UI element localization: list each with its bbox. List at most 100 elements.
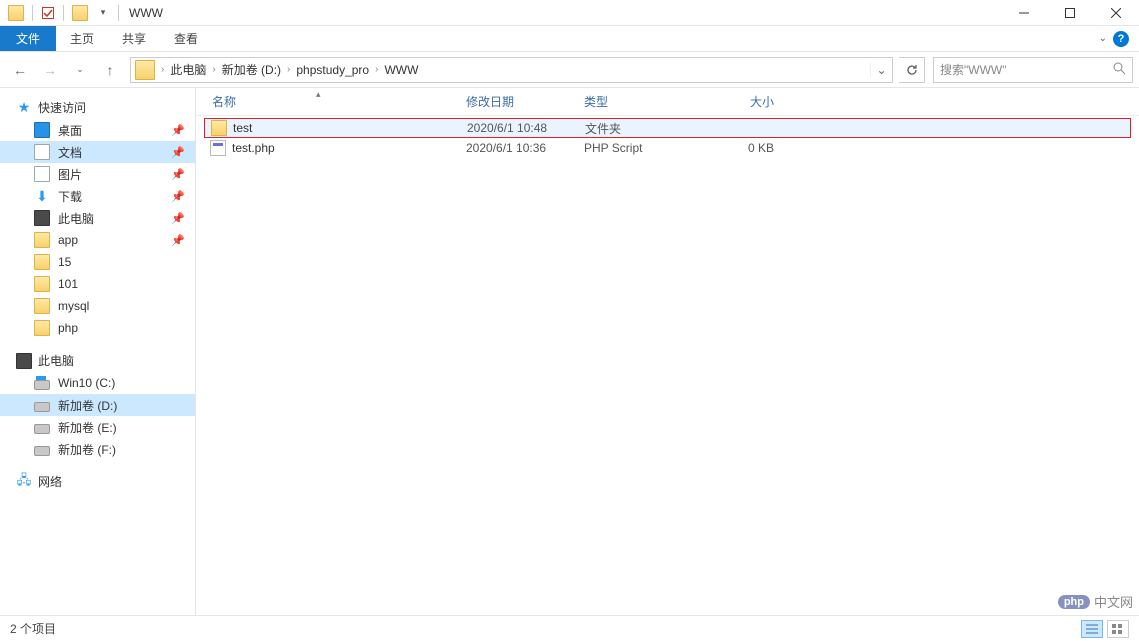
minimize-icon bbox=[1019, 8, 1029, 18]
file-date: 2020/6/1 10:48 bbox=[467, 121, 585, 135]
column-date[interactable]: 修改日期 bbox=[466, 93, 584, 110]
column-name[interactable]: 名称 ▴ bbox=[206, 93, 466, 110]
drive-icon bbox=[34, 380, 50, 390]
chevron-right-icon[interactable]: › bbox=[285, 64, 292, 75]
file-pane: 名称 ▴ 修改日期 类型 大小 test2020/6/1 10:48文件夹tes… bbox=[196, 88, 1139, 615]
close-button[interactable] bbox=[1093, 0, 1139, 26]
tab-share[interactable]: 共享 bbox=[108, 26, 160, 51]
breadcrumb: › 此电脑 › 新加卷 (D:) › phpstudy_pro › WWW bbox=[159, 61, 870, 78]
maximize-button[interactable] bbox=[1047, 0, 1093, 26]
sidebar-drive[interactable]: 新加卷 (F:) bbox=[0, 438, 195, 460]
refresh-icon bbox=[906, 64, 918, 76]
sidebar-heading-thispc[interactable]: 此电脑 bbox=[0, 349, 195, 372]
file-size: 0 KB bbox=[704, 141, 774, 155]
sidebar-item-此电脑[interactable]: 此电脑📌 bbox=[0, 207, 195, 229]
tab-file[interactable]: 文件 bbox=[0, 26, 56, 51]
view-details-button[interactable] bbox=[1081, 620, 1103, 638]
folder-icon bbox=[34, 276, 50, 292]
file-date: 2020/6/1 10:36 bbox=[466, 141, 584, 155]
close-icon bbox=[1111, 8, 1121, 18]
status-item-count: 2 个项目 bbox=[10, 620, 56, 637]
view-icons-button[interactable] bbox=[1107, 620, 1129, 638]
qat-dropdown[interactable]: ▾ bbox=[94, 4, 112, 22]
breadcrumb-item[interactable]: 新加卷 (D:) bbox=[218, 61, 285, 78]
pic-icon bbox=[34, 166, 50, 182]
search-input[interactable]: 搜索"WWW" bbox=[933, 57, 1133, 83]
sidebar-item-label: 101 bbox=[58, 277, 78, 291]
file-row[interactable]: test2020/6/1 10:48文件夹 bbox=[204, 118, 1131, 138]
sidebar-thispc: 此电脑 Win10 (C:)新加卷 (D:) 新加卷 (E:) 新加卷 (F:) bbox=[0, 349, 195, 460]
pin-icon: 📌 bbox=[171, 234, 185, 247]
sidebar-item-桌面[interactable]: 桌面 📌 bbox=[0, 119, 195, 141]
sidebar-drive[interactable]: 新加卷 (D:) bbox=[0, 394, 195, 416]
chevron-right-icon[interactable]: › bbox=[373, 64, 380, 75]
folder-icon bbox=[72, 5, 88, 21]
sidebar-heading-label: 此电脑 bbox=[38, 352, 74, 369]
help-icon[interactable]: ? bbox=[1113, 31, 1129, 47]
maximize-icon bbox=[1065, 8, 1075, 18]
sidebar-item-15[interactable]: 15 bbox=[0, 251, 195, 273]
sidebar-item-文档[interactable]: 文档📌 bbox=[0, 141, 195, 163]
refresh-button[interactable] bbox=[899, 57, 925, 83]
column-name-label: 名称 bbox=[212, 95, 236, 109]
breadcrumb-item[interactable]: WWW bbox=[380, 63, 422, 77]
column-type[interactable]: 类型 bbox=[584, 93, 704, 110]
qat-button[interactable] bbox=[39, 4, 57, 22]
tab-view[interactable]: 查看 bbox=[160, 26, 212, 51]
breadcrumb-item[interactable]: 此电脑 bbox=[166, 61, 210, 78]
sidebar-item-101[interactable]: 101 bbox=[0, 273, 195, 295]
search-icon bbox=[1113, 62, 1126, 78]
sidebar-heading-network[interactable]: 🖧 网络 bbox=[0, 470, 195, 493]
sidebar-item-label: 新加卷 (E:) bbox=[58, 419, 117, 436]
tab-home[interactable]: 主页 bbox=[56, 26, 108, 51]
sidebar-item-图片[interactable]: 图片📌 bbox=[0, 163, 195, 185]
chevron-right-icon[interactable]: › bbox=[210, 64, 217, 75]
sidebar-item-mysql[interactable]: mysql bbox=[0, 295, 195, 317]
folder-icon bbox=[34, 320, 50, 336]
sidebar-item-label: 此电脑 bbox=[58, 210, 94, 227]
drive-icon bbox=[34, 402, 50, 412]
sidebar-item-下载[interactable]: ⬇下载📌 bbox=[0, 185, 195, 207]
file-type: PHP Script bbox=[584, 141, 704, 155]
chevron-right-icon[interactable]: › bbox=[159, 64, 166, 75]
sidebar-item-label: 新加卷 (F:) bbox=[58, 441, 116, 458]
star-icon: ★ bbox=[16, 100, 32, 116]
nav-recent-button[interactable]: ⌄ bbox=[66, 56, 94, 84]
sidebar-drive[interactable]: Win10 (C:) bbox=[0, 372, 195, 394]
minimize-button[interactable] bbox=[1001, 0, 1047, 26]
nav-up-button[interactable]: ↑ bbox=[96, 56, 124, 84]
checkmark-icon bbox=[42, 7, 54, 19]
pin-icon: 📌 bbox=[171, 190, 185, 203]
sidebar-item-label: 15 bbox=[58, 255, 71, 269]
nav-forward-button[interactable]: → bbox=[36, 56, 64, 84]
pc-icon bbox=[34, 210, 50, 226]
sidebar-item-label: app bbox=[58, 233, 78, 247]
window-controls bbox=[1001, 0, 1139, 26]
sidebar: ★ 快速访问 桌面📌文档📌图片📌⬇下载📌此电脑📌app📌15101mysqlph… bbox=[0, 88, 196, 615]
breadcrumb-item[interactable]: phpstudy_pro bbox=[292, 63, 373, 77]
icons-view-icon bbox=[1112, 624, 1124, 634]
watermark-logo: php bbox=[1058, 595, 1090, 609]
sidebar-drive[interactable]: 新加卷 (E:) bbox=[0, 416, 195, 438]
status-bar: 2 个项目 bbox=[0, 615, 1139, 641]
window-title: WWW bbox=[129, 6, 163, 20]
file-row[interactable]: test.php2020/6/1 10:36PHP Script0 KB bbox=[204, 138, 1131, 158]
drive-icon bbox=[34, 424, 50, 434]
pc-icon bbox=[16, 353, 32, 369]
address-bar[interactable]: › 此电脑 › 新加卷 (D:) › phpstudy_pro › WWW ⌄ bbox=[130, 57, 893, 83]
folder-icon bbox=[34, 254, 50, 270]
nav-back-button[interactable]: ← bbox=[6, 56, 34, 84]
pin-icon: 📌 bbox=[171, 124, 185, 137]
sidebar-item-app[interactable]: app 📌 bbox=[0, 229, 195, 251]
details-view-icon bbox=[1086, 624, 1098, 634]
column-size[interactable]: 大小 bbox=[704, 93, 774, 110]
address-dropdown[interactable]: ⌄ bbox=[870, 63, 892, 77]
search-placeholder: 搜索"WWW" bbox=[940, 61, 1113, 78]
folder-icon bbox=[211, 120, 227, 136]
sidebar-heading-quick[interactable]: ★ 快速访问 bbox=[0, 96, 195, 119]
ribbon-collapse-icon[interactable]: ⌄ bbox=[1099, 33, 1107, 44]
separator bbox=[32, 5, 33, 21]
sidebar-item-php[interactable]: php bbox=[0, 317, 195, 339]
sidebar-item-label: 桌面 bbox=[58, 122, 82, 139]
dl-icon: ⬇ bbox=[34, 188, 50, 204]
